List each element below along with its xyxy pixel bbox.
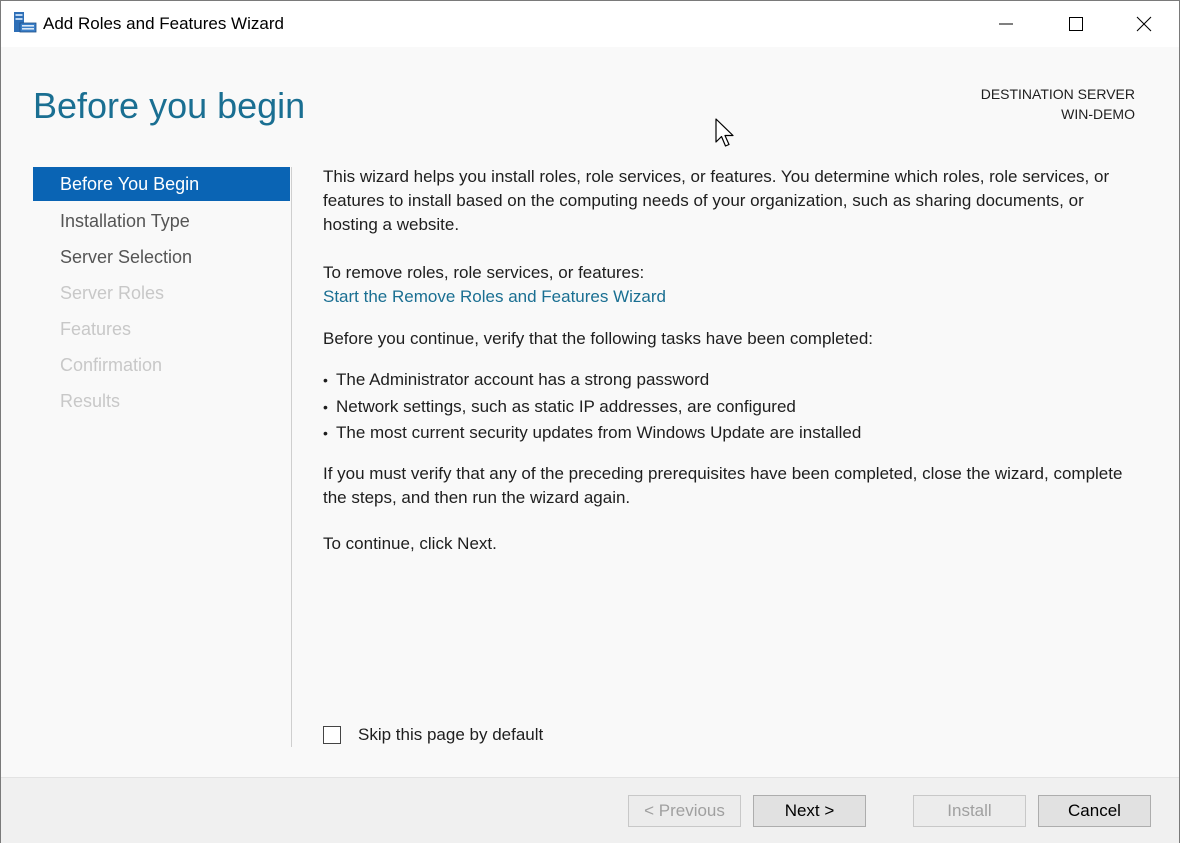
destination-server-name: WIN-DEMO bbox=[1061, 106, 1135, 122]
server-manager-app-icon bbox=[13, 11, 37, 35]
cancel-button[interactable]: Cancel bbox=[1038, 795, 1151, 827]
remove-prompt-text: To remove roles, role services, or featu… bbox=[323, 263, 645, 282]
skip-page-label[interactable]: Skip this page by default bbox=[358, 725, 543, 745]
minimize-button[interactable] bbox=[971, 1, 1041, 47]
minimize-icon bbox=[999, 23, 1013, 25]
next-button[interactable]: Next > bbox=[753, 795, 866, 827]
mouse-pointer-icon bbox=[715, 118, 734, 147]
close-button[interactable] bbox=[1109, 1, 1179, 47]
previous-button[interactable]: < Previous bbox=[628, 795, 741, 827]
close-icon bbox=[1136, 16, 1152, 32]
continue-note: To continue, click Next. bbox=[323, 534, 497, 553]
button-bar: < Previous Next > Install Cancel bbox=[1, 777, 1179, 843]
nav-step-confirmation: Confirmation bbox=[60, 355, 163, 375]
skip-page-option[interactable]: Skip this page by default bbox=[323, 725, 543, 745]
intro-text: This wizard helps you install roles, rol… bbox=[323, 167, 1110, 234]
verify-prompt-text: Before you continue, verify that the fol… bbox=[323, 329, 873, 348]
wizard-window: Add Roles and Features Wizard Before you… bbox=[0, 0, 1180, 843]
list-item: • Network settings, such as static IP add… bbox=[323, 396, 796, 416]
list-item: • The Administrator account has a strong … bbox=[323, 370, 710, 389]
nav-step-server-selection[interactable]: Server Selection bbox=[33, 239, 290, 275]
nav-step-before-you-begin[interactable]: Before You Begin bbox=[33, 167, 290, 201]
bullet-icon: • bbox=[323, 425, 328, 441]
nav-divider bbox=[291, 167, 292, 747]
destination-server-label: DESTINATION SERVER bbox=[980, 86, 1135, 102]
skip-page-checkbox[interactable] bbox=[323, 726, 341, 744]
nav-step-results: Results bbox=[60, 391, 121, 411]
bullet-icon: • bbox=[323, 398, 328, 415]
bullet-icon: • bbox=[323, 372, 328, 388]
nav-step-features: Features bbox=[60, 319, 132, 339]
maximize-icon bbox=[1069, 17, 1083, 31]
prerequisite-list: • The Administrator account has a strong … bbox=[323, 367, 861, 447]
title-bar[interactable]: Add Roles and Features Wizard bbox=[1, 1, 1179, 47]
prerequisite-note: If you must verify that any of the prece… bbox=[323, 464, 1123, 507]
nav-step-installation-type[interactable]: Installation Type bbox=[33, 203, 290, 239]
list-item: • The most current security updates from … bbox=[323, 423, 862, 442]
remove-roles-wizard-link[interactable]: Start the Remove Roles and Features Wiza… bbox=[323, 285, 666, 309]
maximize-button[interactable] bbox=[1041, 1, 1111, 47]
wizard-step-nav: Before You Begin Installation Type Serve… bbox=[33, 167, 290, 419]
nav-step-server-roles: Server Roles bbox=[60, 283, 165, 303]
destination-server-info: DESTINATION SERVER WIN-DEMO bbox=[981, 84, 1135, 124]
page-title: Before you begin bbox=[33, 85, 306, 126]
install-button[interactable]: Install bbox=[913, 795, 1026, 827]
window-title: Add Roles and Features Wizard bbox=[43, 14, 284, 33]
